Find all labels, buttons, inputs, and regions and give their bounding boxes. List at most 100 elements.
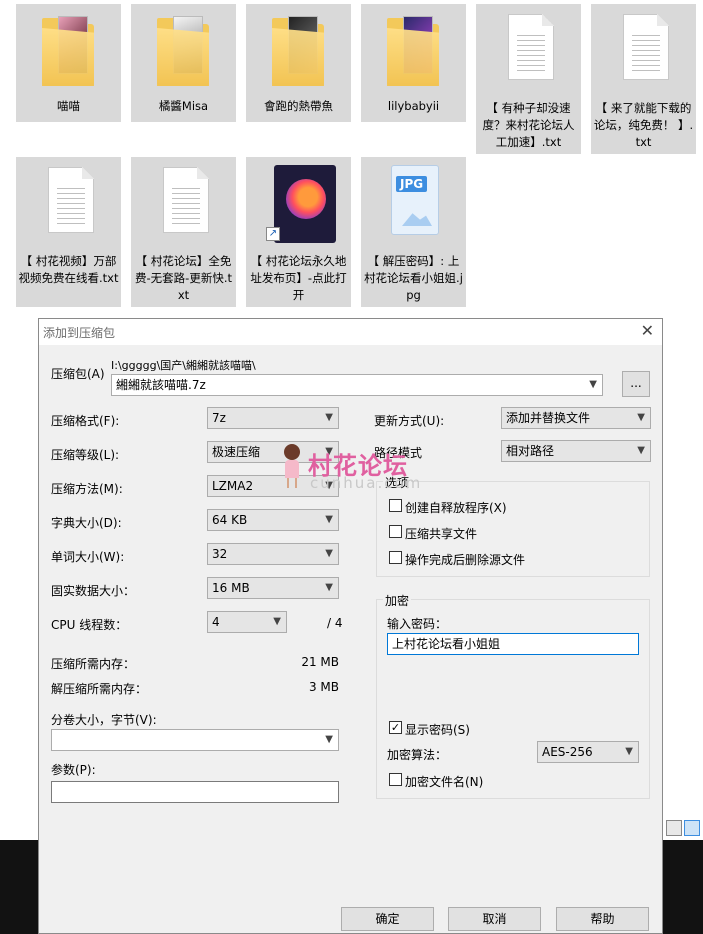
- large-icons-view-icon[interactable]: [684, 820, 700, 836]
- params-label: 参数(P):: [51, 763, 96, 777]
- show-password-label: 显示密码(S): [405, 723, 470, 737]
- file-name: lilybabyii: [387, 99, 440, 113]
- level-value: 极速压缩: [212, 445, 261, 459]
- format-label: 压缩格式(F):: [51, 414, 120, 428]
- split-combo[interactable]: ▼: [51, 729, 339, 751]
- file-item-txt[interactable]: 【 来了就能下载的论坛，纯免费！ 】.txt: [591, 4, 696, 154]
- mem-decomp-label: 解压缩所需内存：: [51, 682, 148, 696]
- file-item-shortcut[interactable]: ↗ 【 村花论坛永久地址发布页】-点此打开: [246, 157, 351, 307]
- watermark: 村花论坛 cunhua.com: [278, 442, 438, 492]
- shortcut-arrow-icon: ↗: [266, 227, 280, 241]
- cpu-total: / 4: [327, 616, 343, 630]
- path-value: 相对路径: [506, 444, 555, 458]
- solid-value: 16 MB: [212, 581, 250, 595]
- enc-method-label: 加密算法：: [387, 748, 448, 762]
- delete-label: 操作完成后删除源文件: [405, 553, 526, 567]
- shared-label: 压缩共享文件: [405, 527, 478, 541]
- cpu-select[interactable]: 4 ▼: [207, 611, 287, 633]
- dict-label: 字典大小(D):: [51, 516, 122, 530]
- solid-label: 固实数据大小：: [51, 584, 136, 598]
- params-input[interactable]: [51, 781, 339, 803]
- archive-label: 压缩包(A): [51, 367, 105, 381]
- cancel-button[interactable]: 取消: [448, 907, 541, 931]
- chevron-down-icon: ▼: [625, 746, 633, 757]
- enc-method-value: AES-256: [542, 745, 593, 759]
- firefox-icon: ↗: [266, 165, 336, 243]
- encryption-title: 加密: [383, 592, 412, 609]
- mem-decomp-value: 3 MB: [308, 680, 339, 694]
- text-file-icon: [496, 12, 560, 90]
- chevron-down-icon: ▼: [637, 445, 645, 456]
- file-name: 【 村花论坛永久地址发布页】-点此打开: [250, 254, 347, 302]
- file-name: 【 村花视频】万部视频免费在线看.txt: [18, 254, 119, 285]
- update-select[interactable]: 添加并替换文件 ▼: [501, 407, 651, 429]
- folder-icon: [266, 12, 330, 90]
- path-select[interactable]: 相对路径 ▼: [501, 440, 651, 462]
- delete-checkbox[interactable]: [389, 551, 402, 564]
- level-label: 压缩等级(L):: [51, 448, 120, 462]
- folder-item[interactable]: 喵喵: [16, 4, 121, 122]
- folder-icon: [151, 12, 215, 90]
- folder-item[interactable]: lilybabyii: [361, 4, 466, 122]
- dict-value: 64 KB: [212, 513, 248, 527]
- folder-icon: [36, 12, 100, 90]
- text-file-icon: [151, 165, 215, 243]
- archive-path: I:\ggggg\国产\緗緗就該喵喵\: [111, 359, 256, 372]
- folder-icon: [381, 12, 445, 90]
- solid-select[interactable]: 16 MB ▼: [207, 577, 339, 599]
- chevron-down-icon: ▼: [325, 582, 333, 593]
- method-label: 压缩方法(M):: [51, 482, 123, 496]
- format-select[interactable]: 7z ▼: [207, 407, 339, 429]
- dict-select[interactable]: 64 KB ▼: [207, 509, 339, 531]
- word-select[interactable]: 32 ▼: [207, 543, 339, 565]
- ok-button[interactable]: 确定: [341, 907, 434, 931]
- text-file-icon: [611, 12, 675, 90]
- encrypt-names-label: 加密文件名(N): [405, 775, 484, 789]
- shared-checkbox[interactable]: [389, 525, 402, 538]
- file-item-jpg[interactable]: JPG 【 解压密码】: 上村花论坛看小姐姐.jpg: [361, 157, 466, 307]
- split-label: 分卷大小，字节(V):: [51, 713, 157, 727]
- encrypt-names-checkbox[interactable]: [389, 773, 402, 786]
- dialog-titlebar: 添加到压缩包 ✕: [39, 319, 662, 345]
- sfx-checkbox[interactable]: [389, 499, 402, 512]
- browse-button[interactable]: ...: [622, 371, 650, 397]
- enc-method-select[interactable]: AES-256 ▼: [537, 741, 639, 763]
- chevron-down-icon: ▼: [637, 412, 645, 423]
- chevron-down-icon: ▼: [589, 379, 597, 390]
- method-value: LZMA2: [212, 479, 254, 493]
- file-name: 會跑的熱帶魚: [264, 99, 333, 113]
- help-button[interactable]: 帮助: [556, 907, 649, 931]
- folder-item[interactable]: 橘醬Misa: [131, 4, 236, 122]
- file-item-txt[interactable]: 【 村花论坛】全免费-无套路-更新快.txt: [131, 157, 236, 307]
- chevron-down-icon: ▼: [325, 548, 333, 559]
- update-label: 更新方式(U):: [374, 414, 445, 428]
- cpu-value: 4: [212, 615, 220, 629]
- view-toggle: [664, 820, 702, 838]
- file-name: 【 有种子却没速度？来村花论坛人工加速】.txt: [482, 101, 575, 149]
- add-to-archive-dialog: 添加到压缩包 ✕ 压缩包(A) I:\ggggg\国产\緗緗就該喵喵\ 緗緗就該…: [38, 318, 663, 934]
- file-name: 喵喵: [57, 99, 80, 113]
- password-input[interactable]: 上村花论坛看小姐姐: [387, 633, 639, 655]
- file-name: 橘醬Misa: [158, 99, 209, 113]
- chevron-down-icon: ▼: [325, 514, 333, 525]
- close-icon[interactable]: ✕: [641, 321, 654, 340]
- file-name: 【 解压密码】: 上村花论坛看小姐姐.jpg: [364, 254, 463, 302]
- text-file-icon: [36, 165, 100, 243]
- format-value: 7z: [212, 411, 226, 425]
- folder-item[interactable]: 會跑的熱帶魚: [246, 4, 351, 122]
- details-view-icon[interactable]: [666, 820, 682, 836]
- chevron-down-icon: ▼: [273, 616, 281, 627]
- cpu-label: CPU 线程数：: [51, 618, 128, 632]
- dialog-title: 添加到压缩包: [43, 326, 116, 340]
- sfx-label: 创建自释放程序(X): [405, 501, 507, 515]
- password-label: 输入密码：: [387, 617, 448, 631]
- word-value: 32: [212, 547, 228, 561]
- show-password-checkbox[interactable]: ✓: [389, 721, 402, 734]
- file-item-txt[interactable]: 【 村花视频】万部视频免费在线看.txt: [16, 157, 121, 307]
- mem-comp-value: 21 MB: [301, 655, 339, 669]
- update-value: 添加并替换文件: [506, 411, 591, 425]
- image-file-icon: JPG: [381, 165, 445, 243]
- mem-comp-label: 压缩所需内存：: [51, 657, 136, 671]
- archive-name-combo[interactable]: 緗緗就該喵喵.7z ▼: [111, 374, 603, 396]
- file-item-txt[interactable]: 【 有种子却没速度？来村花论坛人工加速】.txt: [476, 4, 581, 154]
